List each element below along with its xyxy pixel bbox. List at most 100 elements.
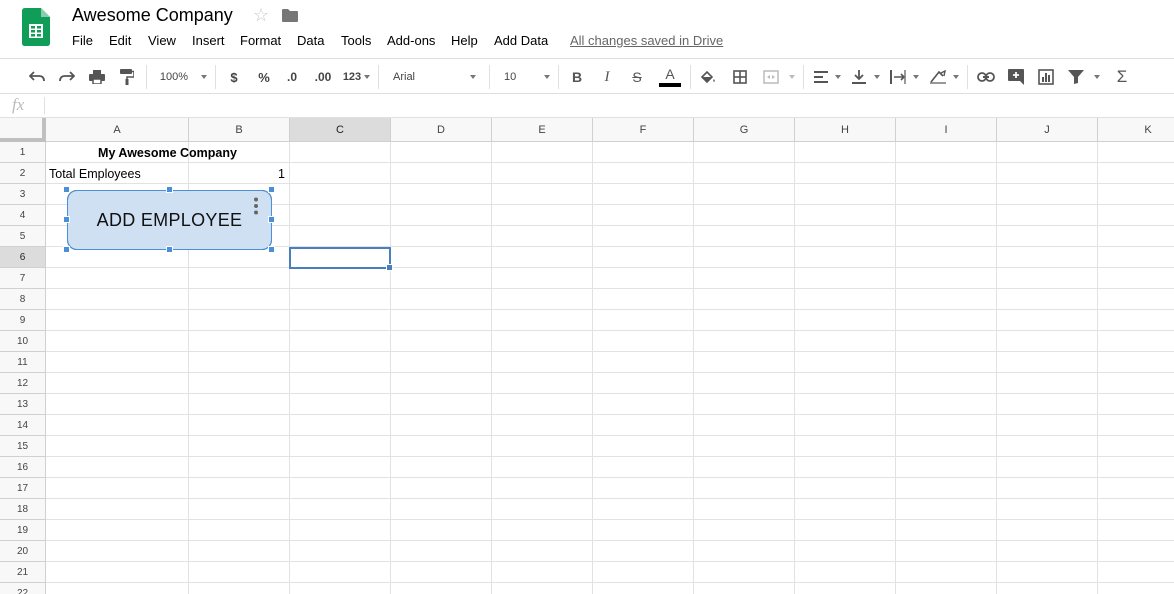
vertical-align-icon[interactable] <box>850 66 868 88</box>
row-header-3[interactable]: 3 <box>0 184 46 205</box>
cell-a1[interactable]: My Awesome Company <box>46 146 289 160</box>
more-vert-icon[interactable] <box>252 197 260 215</box>
toolbar-divider <box>489 65 490 89</box>
menu-insert[interactable]: Insert <box>192 33 225 48</box>
row-header-13[interactable]: 13 <box>0 394 46 415</box>
column-header-k[interactable]: K <box>1098 118 1174 142</box>
column-header-h[interactable]: H <box>795 118 896 142</box>
row-header-12[interactable]: 12 <box>0 373 46 394</box>
row-header-11[interactable]: 11 <box>0 352 46 373</box>
row-header-8[interactable]: 8 <box>0 289 46 310</box>
zoom-select[interactable]: 100% <box>156 66 192 88</box>
row-header-10[interactable]: 10 <box>0 331 46 352</box>
filter-icon[interactable] <box>1066 66 1086 88</box>
horizontal-align-icon[interactable] <box>812 66 830 88</box>
row-header-16[interactable]: 16 <box>0 457 46 478</box>
text-wrap-icon[interactable] <box>888 66 908 88</box>
text-rotation-icon[interactable] <box>928 66 948 88</box>
toolbar-divider <box>690 65 691 89</box>
decrease-decimal-button[interactable]: .0 <box>283 66 301 88</box>
text-rotation-caret-icon <box>953 75 959 79</box>
row-header-20[interactable]: 20 <box>0 541 46 562</box>
column-header-c[interactable]: C <box>290 118 391 142</box>
row-header-1[interactable]: 1 <box>0 142 46 163</box>
row-header-17[interactable]: 17 <box>0 478 46 499</box>
resize-handle[interactable] <box>268 246 275 253</box>
row-header-5[interactable]: 5 <box>0 226 46 247</box>
insert-chart-icon[interactable] <box>1036 66 1056 88</box>
menu-data[interactable]: Data <box>297 33 324 48</box>
redo-icon[interactable] <box>56 66 78 88</box>
currency-format-button[interactable]: $ <box>226 66 242 88</box>
gridline <box>46 498 1174 499</box>
row-header-19[interactable]: 19 <box>0 520 46 541</box>
resize-handle[interactable] <box>63 246 70 253</box>
text-color-button[interactable]: A <box>659 66 681 88</box>
column-header-d[interactable]: D <box>391 118 492 142</box>
column-header-f[interactable]: F <box>593 118 694 142</box>
column-header-g[interactable]: G <box>694 118 795 142</box>
menu-add-data[interactable]: Add Data <box>494 33 548 48</box>
column-header-j[interactable]: J <box>997 118 1098 142</box>
menu-format[interactable]: Format <box>240 33 281 48</box>
document-title[interactable]: Awesome Company <box>72 5 233 26</box>
insert-comment-icon[interactable] <box>1006 66 1026 88</box>
font-size-select[interactable]: 10 <box>504 66 520 88</box>
row-header-15[interactable]: 15 <box>0 436 46 457</box>
menu-file[interactable]: File <box>72 33 93 48</box>
sheets-logo-icon[interactable] <box>22 8 50 46</box>
number-format-button[interactable]: 123 <box>341 66 363 88</box>
row-header-6[interactable]: 6 <box>0 247 46 268</box>
resize-handle[interactable] <box>268 216 275 223</box>
column-header-a[interactable]: A <box>46 118 189 142</box>
row-header-22[interactable]: 22 <box>0 583 46 594</box>
column-header-b[interactable]: B <box>189 118 290 142</box>
insert-link-icon[interactable] <box>975 66 997 88</box>
cell-b2[interactable]: 1 <box>189 167 285 181</box>
resize-handle[interactable] <box>268 186 275 193</box>
save-status-link[interactable]: All changes saved in Drive <box>570 33 723 48</box>
menu-edit[interactable]: Edit <box>109 33 131 48</box>
print-icon[interactable] <box>86 66 108 88</box>
percent-format-button[interactable]: % <box>255 66 273 88</box>
spreadsheet-grid[interactable]: A B C D E F G H I J K 1 2 3 4 5 6 7 8 9 … <box>0 118 1174 594</box>
row-header-7[interactable]: 7 <box>0 268 46 289</box>
increase-decimal-button[interactable]: .00 <box>312 66 334 88</box>
font-select[interactable]: Arial <box>393 66 421 88</box>
bold-button[interactable]: B <box>568 66 586 88</box>
functions-icon[interactable]: Σ <box>1112 66 1132 88</box>
menu-view[interactable]: View <box>148 33 176 48</box>
fill-color-icon[interactable] <box>698 66 718 88</box>
fill-handle[interactable] <box>386 264 393 271</box>
menu-tools[interactable]: Tools <box>341 33 371 48</box>
row-header-9[interactable]: 9 <box>0 310 46 331</box>
row-header-14[interactable]: 14 <box>0 415 46 436</box>
menu-help[interactable]: Help <box>451 33 478 48</box>
menu-add-ons[interactable]: Add-ons <box>387 33 435 48</box>
resize-handle[interactable] <box>166 246 173 253</box>
strikethrough-button[interactable]: S <box>628 66 646 88</box>
add-employee-button[interactable]: ADD EMPLOYEE <box>67 190 272 250</box>
column-header-e[interactable]: E <box>492 118 593 142</box>
undo-icon[interactable] <box>26 66 48 88</box>
row-header-21[interactable]: 21 <box>0 562 46 583</box>
select-all-corner[interactable] <box>0 118 46 142</box>
resize-handle[interactable] <box>63 216 70 223</box>
row-header-2[interactable]: 2 <box>0 163 46 184</box>
active-cell-c6[interactable] <box>289 247 391 269</box>
resize-handle[interactable] <box>63 186 70 193</box>
cell-a2[interactable]: Total Employees <box>49 167 141 181</box>
formula-input[interactable] <box>52 98 1162 114</box>
row-header-4[interactable]: 4 <box>0 205 46 226</box>
resize-handle[interactable] <box>166 186 173 193</box>
merge-cells-icon[interactable] <box>761 66 781 88</box>
italic-button[interactable]: I <box>598 66 616 88</box>
gridline <box>46 561 1174 562</box>
folder-icon[interactable] <box>282 9 298 22</box>
row-header-18[interactable]: 18 <box>0 499 46 520</box>
paint-format-icon[interactable] <box>116 66 138 88</box>
add-employee-drawing[interactable]: ADD EMPLOYEE <box>63 186 275 253</box>
borders-icon[interactable] <box>730 66 750 88</box>
column-header-i[interactable]: I <box>896 118 997 142</box>
star-icon[interactable]: ☆ <box>253 5 269 26</box>
